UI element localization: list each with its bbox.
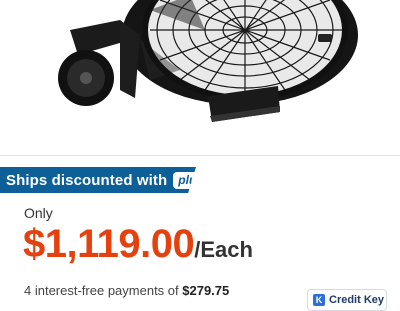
price-amount: $1,119.00	[23, 222, 195, 266]
ships-discounted-label: Ships discounted with	[6, 171, 168, 189]
drum-fan-image	[58, 0, 358, 122]
section-divider	[0, 155, 400, 156]
price-unit: /Each	[194, 237, 253, 262]
ships-discounted-banner[interactable]: Ships discounted with plus	[0, 167, 196, 193]
credit-key-button[interactable]: K Credit Key	[307, 289, 387, 311]
product-image[interactable]	[0, 0, 400, 152]
credit-key-label: Credit Key	[329, 294, 385, 306]
installment-info: 4 interest-free payments of $279.75	[24, 283, 229, 298]
credit-key-icon: K	[313, 294, 325, 306]
plus-badge: plus	[173, 171, 196, 189]
price-row: $1,119.00 /Each	[23, 222, 253, 267]
installment-amount: $279.75	[182, 283, 230, 298]
installment-text: 4 interest-free payments of	[24, 283, 183, 298]
price-prefix: Only	[24, 205, 53, 221]
